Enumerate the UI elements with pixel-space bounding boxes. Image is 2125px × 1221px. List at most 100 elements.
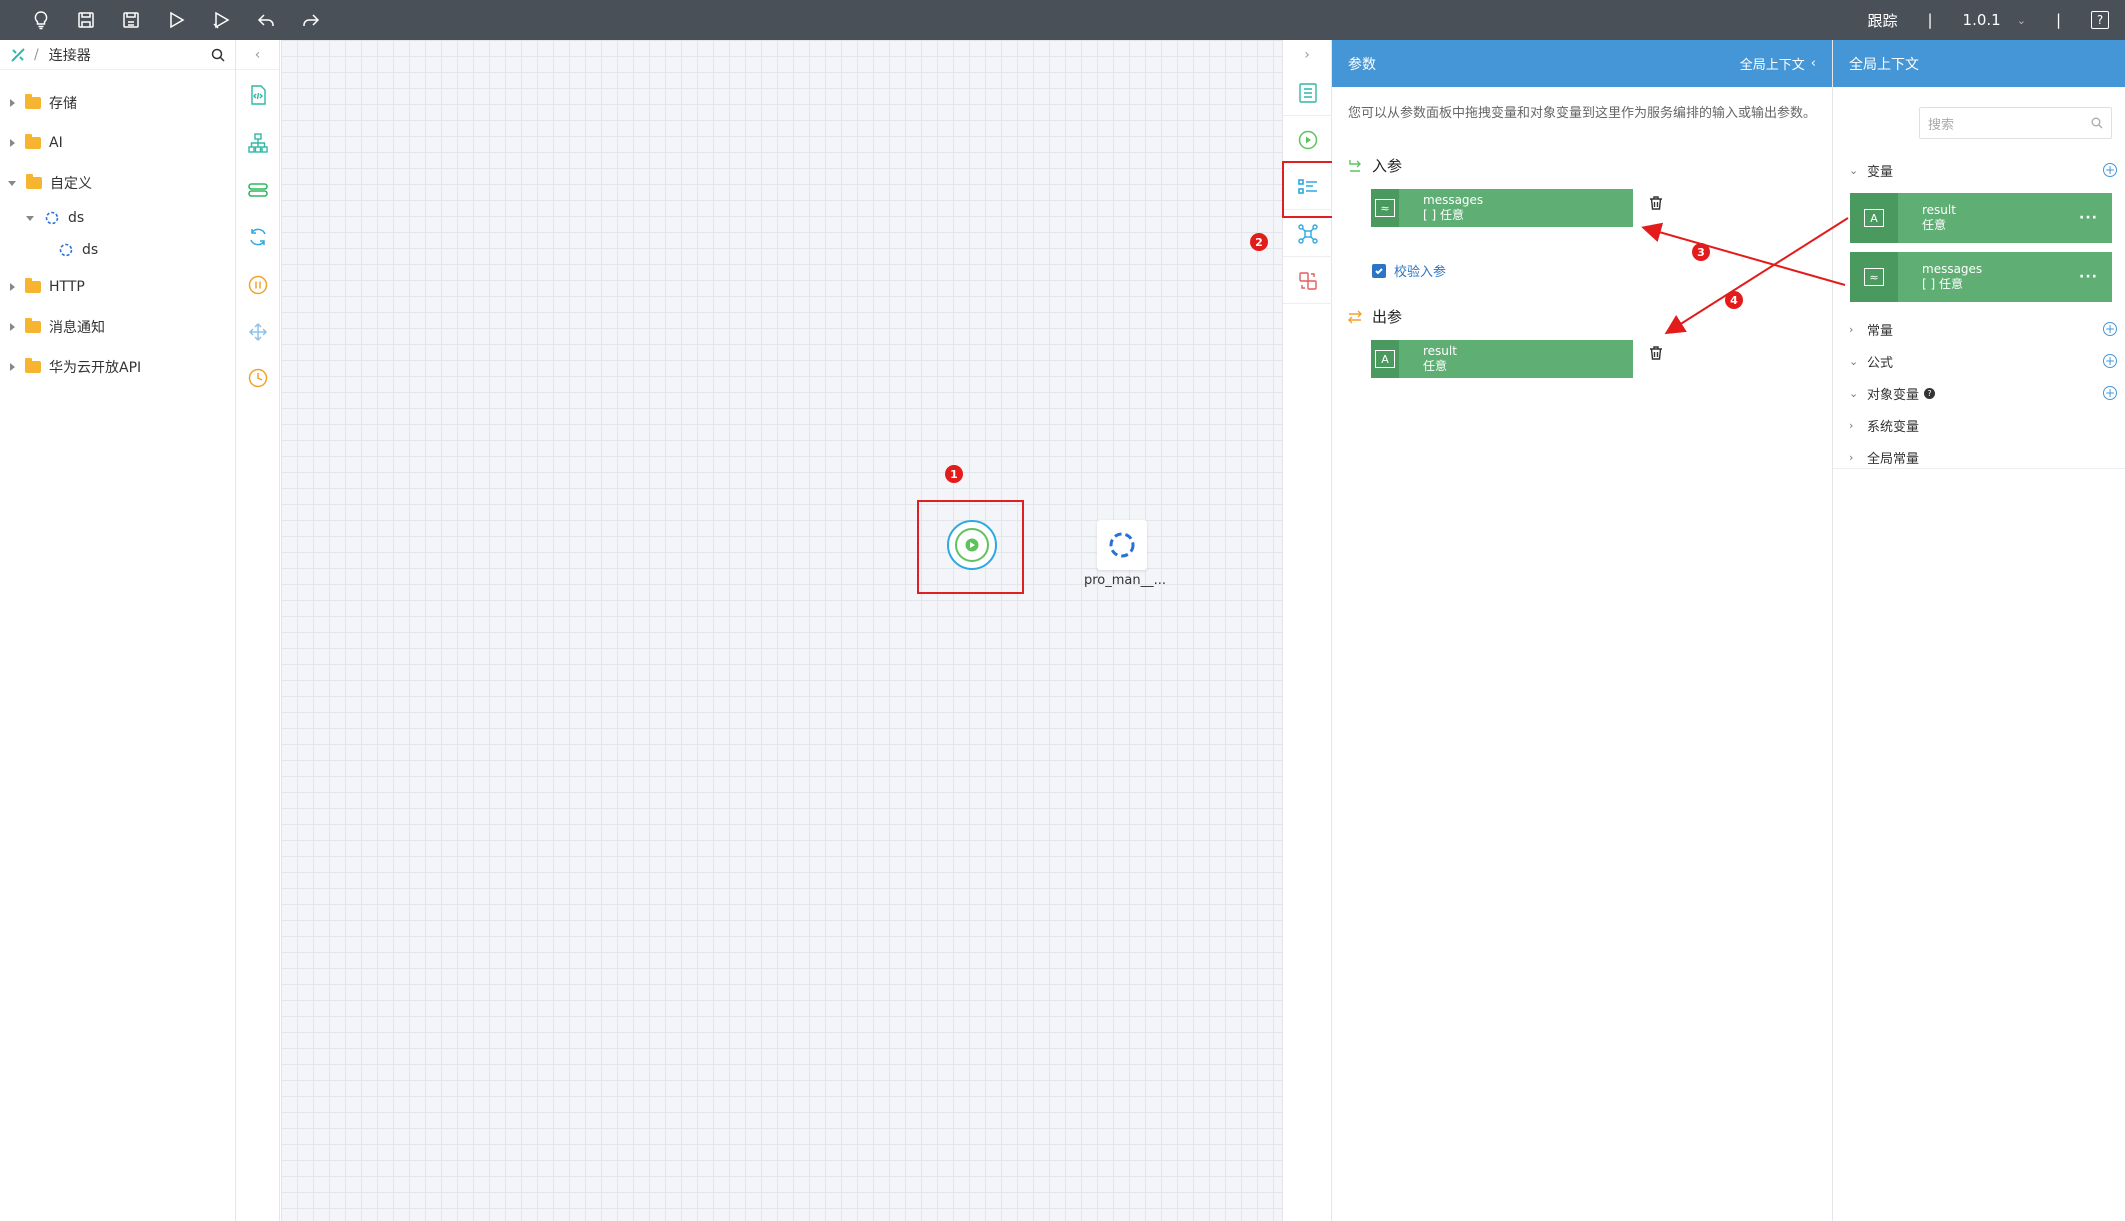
- debug-button[interactable]: [198, 0, 243, 40]
- global-context-toggle[interactable]: 全局上下文 ‹: [1740, 54, 1816, 73]
- chevron-down-icon: ⌄: [1849, 163, 1859, 177]
- formula-group[interactable]: ⌄ 公式 +: [1849, 349, 2125, 373]
- start-play-icon: [965, 538, 979, 552]
- more-options-icon[interactable]: ···: [2079, 269, 2098, 285]
- tree-item-custom[interactable]: 自定义: [8, 171, 92, 195]
- basic-info-tab[interactable]: [1283, 70, 1333, 116]
- validate-input-checkbox[interactable]: 校验入参: [1372, 261, 1446, 280]
- collapse-left-icon[interactable]: ‹: [236, 40, 279, 70]
- network-icon: [1298, 223, 1318, 244]
- undo-icon: [257, 14, 274, 26]
- chevron-right-icon: ›: [1849, 450, 1854, 464]
- variable-type: 任意: [1922, 218, 1947, 232]
- connector-header: / 连接器: [0, 40, 235, 70]
- context-variable-messages[interactable]: ≈ messages [ ] 任意 ···: [1850, 252, 2112, 302]
- question-icon[interactable]: ?: [1924, 387, 1936, 399]
- search-icon[interactable]: [211, 48, 225, 62]
- redo-button[interactable]: [288, 0, 333, 40]
- save-as-icon: [122, 12, 139, 28]
- caret-right-icon: [10, 139, 15, 147]
- start-node-inner: [955, 528, 989, 562]
- script-node-button[interactable]: [236, 80, 280, 110]
- checkbox-checked-icon: [1372, 263, 1386, 278]
- more-options-icon[interactable]: ···: [2079, 210, 2098, 226]
- add-formula-icon[interactable]: +: [2103, 354, 2117, 368]
- undo-button[interactable]: [243, 0, 288, 40]
- run-button[interactable]: [153, 0, 198, 40]
- lightbulb-icon: [34, 11, 47, 30]
- system-variables-group[interactable]: › 系统变量: [1849, 413, 2125, 437]
- validate-input-label: 校验入参: [1394, 265, 1447, 280]
- global-constants-group[interactable]: › 全局常量: [1849, 445, 2125, 469]
- hierarchy-icon: [248, 133, 268, 153]
- output-param-card[interactable]: A result 任意: [1371, 340, 1633, 378]
- add-constant-icon[interactable]: +: [2103, 322, 2117, 336]
- tree-item-ds-parent[interactable]: ds: [26, 206, 84, 230]
- trace-button[interactable]: 跟踪: [1867, 10, 1897, 31]
- node-tool-strip: ‹: [236, 40, 280, 1221]
- tree-item-ai[interactable]: AI: [10, 131, 63, 155]
- folder-icon: [26, 174, 42, 189]
- loop-node-button[interactable]: [236, 222, 280, 252]
- toolbar-separator-2: |: [2055, 11, 2061, 29]
- wait-node-button[interactable]: [236, 363, 280, 393]
- formula-label: 公式: [1867, 355, 1894, 371]
- tree-item-http[interactable]: HTTP: [10, 275, 85, 299]
- variable-type: [ ] 任意: [1922, 277, 1963, 291]
- folder-icon: [25, 278, 41, 293]
- ds-connector-icon: [1109, 532, 1135, 558]
- tree-item-ds-child[interactable]: ds: [58, 238, 98, 262]
- tree-item-storage[interactable]: 存储: [10, 91, 77, 115]
- save-icon: [77, 12, 94, 28]
- delete-input-trash-icon[interactable]: [1648, 195, 1664, 211]
- tree-item-notification[interactable]: 消息通知: [10, 315, 105, 339]
- input-params-label: 入参: [1372, 157, 1403, 175]
- context-search-input[interactable]: 搜索: [1919, 107, 2112, 139]
- delete-output-trash-icon[interactable]: [1648, 345, 1664, 361]
- chevron-right-icon: ›: [1849, 418, 1854, 432]
- annotation-badge-4: 4: [1725, 291, 1743, 309]
- data-node-button[interactable]: [236, 175, 280, 205]
- connector-title: 连接器: [48, 47, 91, 64]
- chevron-down-icon: ⌄: [2016, 13, 2026, 27]
- constants-group[interactable]: › 常量 +: [1849, 317, 2125, 341]
- object-variables-group[interactable]: ⌄ 对象变量 ? +: [1849, 381, 2125, 405]
- tree-label: 消息通知: [49, 320, 105, 336]
- context-variable-result[interactable]: A result 任意 ···: [1850, 193, 2112, 243]
- context-divider: [1833, 468, 2125, 469]
- output-params-title: 出参: [1346, 306, 1402, 327]
- move-node-button[interactable]: [236, 317, 280, 347]
- annotation-badge-2: 2: [1250, 233, 1268, 251]
- start-node[interactable]: [947, 520, 997, 570]
- redo-icon: [302, 14, 319, 26]
- debug-play-icon: [212, 11, 229, 29]
- variables-label: 变量: [1867, 164, 1894, 180]
- version-select[interactable]: 1.0.1 ⌄: [1963, 11, 2026, 29]
- help-icon[interactable]: ?: [2091, 11, 2109, 29]
- start-settings-tab[interactable]: [1283, 117, 1333, 163]
- collapse-right-icon[interactable]: ›: [1283, 40, 1331, 70]
- add-variable-icon[interactable]: +: [2103, 163, 2117, 177]
- connector-panel: / 连接器 存储 AI 自定义 ds ds HTTP 消息通知 华为云开放API: [0, 40, 236, 1221]
- highlight-parameters-tab: [1282, 161, 1336, 218]
- variable-name: messages: [1922, 262, 1983, 276]
- global-constants-label: 全局常量: [1867, 451, 1920, 467]
- move-arrows-icon: [248, 322, 268, 342]
- conversion-tab[interactable]: [1283, 258, 1333, 304]
- parameter-panel-header: 参数 全局上下文 ‹: [1332, 40, 1832, 87]
- chevron-down-icon: ⌄: [1849, 386, 1859, 400]
- input-param-card[interactable]: ≈ messages [ ] 任意: [1371, 189, 1633, 227]
- tree-item-huawei-api[interactable]: 华为云开放API: [10, 355, 141, 379]
- add-object-variable-icon[interactable]: +: [2103, 386, 2117, 400]
- save-button[interactable]: [63, 0, 108, 40]
- toolbar-icons: [0, 0, 333, 40]
- lightbulb-button[interactable]: [18, 0, 63, 40]
- save-as-button[interactable]: [108, 0, 153, 40]
- decision-node-button[interactable]: [236, 128, 280, 158]
- pause-icon: [248, 275, 268, 295]
- connector-node[interactable]: [1097, 520, 1147, 570]
- variables-group[interactable]: ⌄ 变量 +: [1849, 158, 2125, 182]
- pause-node-button[interactable]: [236, 270, 280, 300]
- flow-canvas[interactable]: [281, 40, 1282, 1221]
- parameter-panel-title: 参数: [1348, 56, 1376, 73]
